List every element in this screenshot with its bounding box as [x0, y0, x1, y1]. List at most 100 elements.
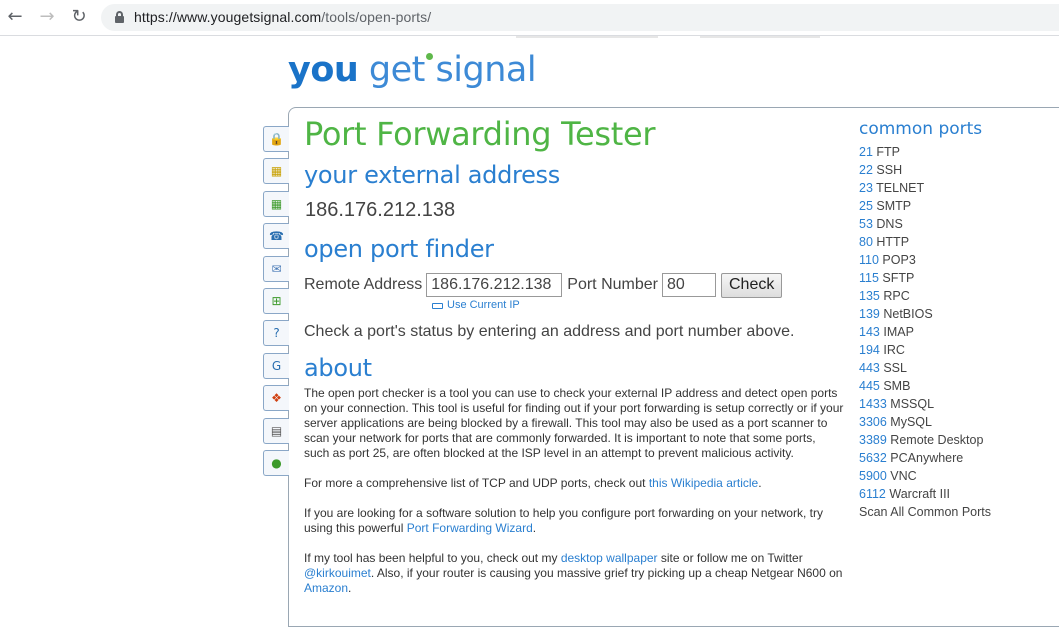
ghost-tab: [700, 36, 820, 38]
port-name: SSH: [876, 163, 903, 177]
phone-icon: ☎: [269, 229, 284, 244]
port-number-input[interactable]: [661, 273, 716, 297]
common-port-item[interactable]: 6112 Warcraft III: [859, 485, 991, 503]
common-port-item[interactable]: 139 NetBIOS: [859, 305, 991, 323]
common-port-item[interactable]: 445 SMB: [859, 377, 991, 395]
common-port-item[interactable]: 110 POP3: [859, 251, 991, 269]
tool-link-map-search[interactable]: ▦: [263, 190, 289, 217]
common-port-item[interactable]: 53 DNS: [859, 215, 991, 233]
common-port-item[interactable]: 143 IMAP: [859, 323, 991, 341]
port-number[interactable]: 443: [859, 361, 880, 375]
port-name: POP3: [882, 253, 916, 267]
check-button[interactable]: Check: [720, 272, 783, 298]
port-number[interactable]: 25: [859, 199, 873, 213]
port-number[interactable]: 6112: [859, 487, 886, 501]
text: .: [348, 581, 352, 595]
port-name: IRC: [883, 343, 905, 357]
port-number[interactable]: 139: [859, 307, 880, 321]
browser-toolbar: ← → ↻ https://www.yougetsignal.com/tools…: [0, 0, 1059, 36]
tool-link-document[interactable]: ▤: [263, 417, 289, 444]
tool-link-windows[interactable]: ❖: [263, 385, 289, 412]
wikipedia-link[interactable]: this Wikipedia article: [649, 476, 758, 490]
common-port-item[interactable]: 22 SSH: [859, 161, 991, 179]
port-name: SMB: [883, 379, 911, 393]
tool-link-lock[interactable]: 🔒: [263, 126, 289, 152]
external-address-heading: your external address: [304, 161, 560, 189]
use-current-ip-link[interactable]: Use Current IP: [432, 299, 520, 311]
port-name: RPC: [883, 289, 910, 303]
help-icon: ?: [273, 326, 280, 341]
desktop-wallpaper-link[interactable]: desktop wallpaper: [561, 551, 658, 565]
reload-icon[interactable]: ↻: [68, 6, 90, 28]
port-number[interactable]: 3306: [859, 415, 887, 429]
common-port-item[interactable]: 25 SMTP: [859, 197, 991, 215]
remote-address-input[interactable]: [426, 273, 563, 297]
common-port-item[interactable]: 5900 VNC: [859, 467, 991, 485]
port-number[interactable]: 143: [859, 325, 880, 339]
common-port-item[interactable]: 5632 PCAnywhere: [859, 449, 991, 467]
back-arrow-icon[interactable]: ←: [4, 6, 26, 28]
external-ip: 186.176.212.138: [305, 199, 456, 221]
tool-icon-bar: 🔒 ▦ ▦ ☎ ✉ ⊞? G ❖ ▤ ●: [263, 126, 289, 482]
map-search-icon: ▦: [270, 196, 283, 211]
port-number[interactable]: 53: [859, 217, 873, 231]
common-port-item[interactable]: 443 SSL: [859, 359, 991, 377]
lock-icon[interactable]: [115, 11, 124, 23]
common-port-item[interactable]: 21 FTP: [859, 143, 991, 161]
port-number[interactable]: 194: [859, 343, 880, 357]
ghost-tab: [516, 36, 658, 38]
tool-link-globe[interactable]: ●: [263, 449, 289, 476]
port-name: FTP: [876, 145, 900, 159]
port-number[interactable]: 80: [859, 235, 873, 249]
port-name: MSSQL: [890, 397, 935, 411]
common-port-item[interactable]: 135 RPC: [859, 287, 991, 305]
tool-link-help[interactable]: ?: [263, 320, 289, 347]
port-number[interactable]: 22: [859, 163, 873, 177]
site-logo[interactable]: you get signal: [288, 48, 537, 92]
about-section: The open port checker is a tool you can …: [304, 386, 844, 611]
text: If my tool has been helpful to you, chec…: [304, 551, 561, 565]
status-message: Check a port's status by entering an add…: [304, 323, 795, 340]
common-ports-heading: common ports: [859, 119, 983, 139]
page-title: Port Forwarding Tester: [304, 115, 656, 153]
twitter-link[interactable]: @kirkouimet: [304, 566, 371, 580]
forward-arrow-icon[interactable]: →: [36, 6, 58, 28]
tool-link-phone[interactable]: ☎: [263, 223, 289, 250]
common-port-item[interactable]: 1433 MSSQL: [859, 395, 991, 413]
tool-link-network[interactable]: ⊞: [263, 287, 289, 314]
text: .: [758, 476, 762, 490]
port-number[interactable]: 3389: [859, 433, 887, 447]
address-bar[interactable]: https://www.yougetsignal.com/tools/open-…: [101, 4, 1059, 31]
port-name: IMAP: [883, 325, 914, 339]
lock-icon: 🔒: [269, 132, 284, 146]
google-icon: G: [271, 358, 282, 373]
common-port-item[interactable]: 3306 MySQL: [859, 413, 991, 431]
tool-link-map[interactable]: ▦: [263, 158, 289, 185]
logo-dot: [426, 53, 433, 60]
port-number[interactable]: 1433: [859, 397, 887, 411]
port-number[interactable]: 445: [859, 379, 880, 393]
common-port-item[interactable]: 3389 Remote Desktop: [859, 431, 991, 449]
port-number[interactable]: 115: [859, 271, 879, 285]
port-number[interactable]: 135: [859, 289, 880, 303]
port-name: SMTP: [876, 199, 912, 213]
port-number[interactable]: 110: [859, 253, 879, 267]
text: . Also, if your router is causing you ma…: [370, 566, 843, 580]
scan-all-common-ports-link[interactable]: Scan All Common Ports: [859, 503, 991, 521]
mail-icon: ✉: [271, 261, 282, 276]
common-port-item[interactable]: 23 TELNET: [859, 179, 991, 197]
port-number[interactable]: 23: [859, 181, 873, 195]
port-number-label: Port Number: [567, 276, 658, 293]
common-port-item[interactable]: 194 IRC: [859, 341, 991, 359]
url-text[interactable]: https://www.yougetsignal.com/tools/open-…: [134, 9, 431, 25]
amazon-link[interactable]: Amazon: [304, 581, 348, 595]
common-port-item[interactable]: 80 HTTP: [859, 233, 991, 251]
port-number[interactable]: 5900: [859, 469, 887, 483]
tool-link-mail[interactable]: ✉: [263, 255, 289, 282]
port-number[interactable]: 5632: [859, 451, 887, 465]
url-path: /tools/open-ports/: [321, 9, 432, 25]
port-number[interactable]: 21: [859, 145, 873, 159]
tool-link-google[interactable]: G: [263, 352, 289, 379]
common-port-item[interactable]: 115 SFTP: [859, 269, 991, 287]
port-forwarding-wizard-link[interactable]: Port Forwarding Wizard: [407, 521, 533, 535]
